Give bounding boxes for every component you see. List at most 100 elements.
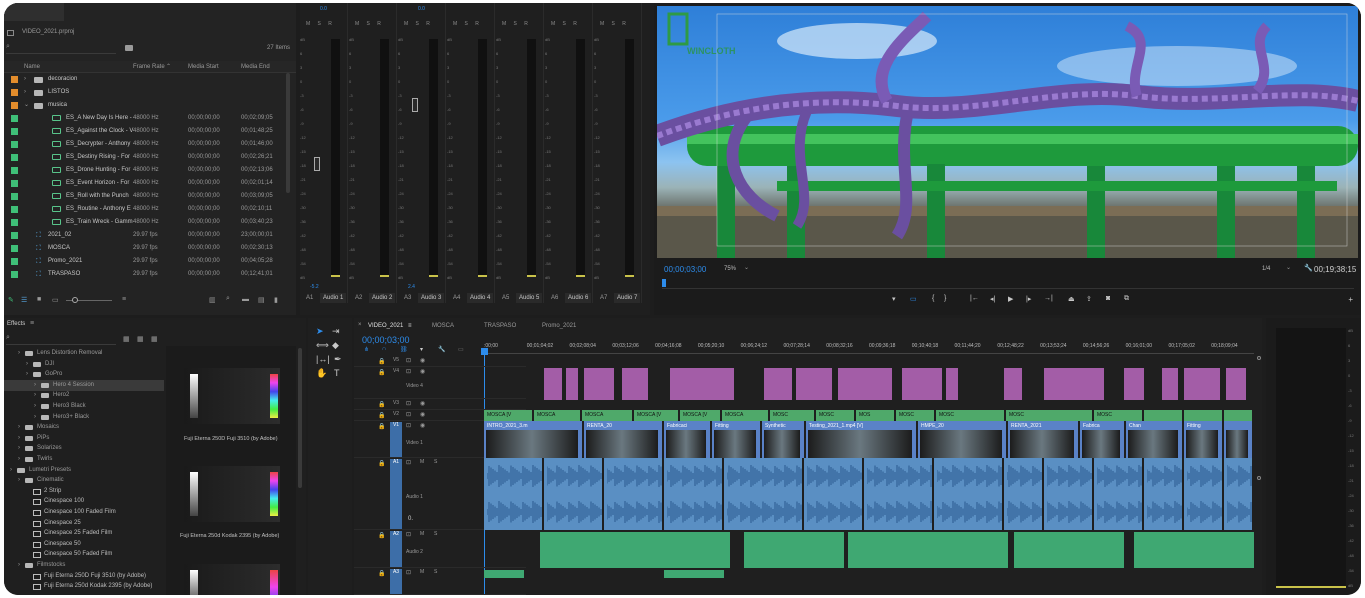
mark-in-icon[interactable]: { <box>932 295 934 302</box>
sequence-tab[interactable]: Promo_2021 <box>542 319 576 333</box>
mute-solo-record-buttons[interactable]: M S R <box>551 21 580 27</box>
step-back-icon[interactable]: ◂| <box>990 295 995 303</box>
video-clip[interactable] <box>946 368 958 400</box>
automate-icon[interactable]: ▥ <box>209 296 216 304</box>
col-frame-rate[interactable]: Frame Rate <box>133 64 165 70</box>
col-name[interactable]: Name <box>24 64 40 70</box>
video-clip[interactable] <box>622 368 648 400</box>
sync-lock-icon[interactable]: ⊡ <box>406 400 411 407</box>
disclosure-triangle-icon[interactable]: › <box>26 359 28 370</box>
video-clip[interactable] <box>1124 368 1144 400</box>
sync-lock-icon[interactable]: ⊡ <box>406 368 411 375</box>
effect-tree-item[interactable]: › Twirls <box>4 454 164 465</box>
audio-clip[interactable] <box>1004 458 1042 530</box>
audio-clip[interactable] <box>744 532 844 568</box>
lock-icon[interactable]: 🔒 <box>378 423 385 430</box>
effect-tree-item[interactable]: › GoPro <box>4 369 164 380</box>
mute-solo-record-buttons[interactable]: M S R <box>355 21 384 27</box>
list-view-icon[interactable]: ☰ <box>21 296 27 304</box>
captions-icon[interactable]: ▭ <box>458 346 464 353</box>
mosca-clip[interactable]: MOSCA [V <box>634 410 678 421</box>
eye-icon[interactable]: ◉ <box>420 357 425 364</box>
video-clip[interactable] <box>566 368 578 400</box>
preset-thumbnail-3[interactable] <box>184 564 280 595</box>
effect-tree-item[interactable]: Fuji Eterna 250D Fuji 3510 (by Adobe) <box>4 571 164 582</box>
channel-name[interactable]: Audio 3 <box>418 293 445 303</box>
project-row[interactable]: ES_Roll with the Punch 48000 Hz 00;00;00;0… <box>4 190 286 203</box>
mosca-clip[interactable] <box>1144 410 1182 421</box>
track-target[interactable]: V5 <box>390 357 402 366</box>
channel-name[interactable]: Audio 5 <box>516 293 543 303</box>
mosca-clip[interactable]: MOSC <box>770 410 814 421</box>
comparison-icon[interactable]: ⧉ <box>1124 295 1129 303</box>
effect-tree-item[interactable]: › DJI <box>4 359 164 370</box>
project-row[interactable]: ES_Decrypter - Anthony 48000 Hz 00;00;00;0… <box>4 138 286 151</box>
channel-volume-value[interactable]: 0.0 <box>320 6 327 12</box>
lock-icon[interactable]: 🔒 <box>378 369 385 376</box>
sequence-tab[interactable]: VIDEO_2021 <box>368 319 403 333</box>
new-bin-bottom-icon[interactable]: ▬ <box>242 296 249 303</box>
settings-wrench-icon[interactable]: 🔧 <box>1304 264 1313 272</box>
disclosure-triangle-icon[interactable]: › <box>18 433 20 444</box>
channel-name[interactable]: Audio 2 <box>369 293 396 303</box>
mosca-clip[interactable]: MOSC <box>936 410 1004 421</box>
add-marker-icon[interactable]: ▾ <box>892 295 896 303</box>
effect-tree-item[interactable]: › Cinematic <box>4 475 164 486</box>
mosca-clip[interactable]: MOSC <box>896 410 934 421</box>
mosca-clip[interactable]: MOSCA <box>722 410 768 421</box>
trash-icon[interactable]: ▮ <box>274 296 278 304</box>
go-to-out-icon[interactable]: →| <box>1044 295 1053 302</box>
video-clip[interactable]: Synthetic <box>762 421 804 458</box>
go-to-in-icon[interactable]: |← <box>970 295 979 302</box>
sync-lock-icon[interactable]: ⊡ <box>406 459 411 466</box>
channel-volume-value[interactable]: 0.0 <box>418 6 425 12</box>
disclosure-triangle-icon[interactable]: › <box>18 348 20 359</box>
mosca-clip[interactable] <box>1224 410 1252 421</box>
channel-fader[interactable] <box>412 98 418 113</box>
type-tool-icon[interactable]: T <box>334 368 340 378</box>
effects-title[interactable]: Effects <box>7 321 25 327</box>
audio-clip[interactable] <box>934 458 1002 530</box>
linked-selection-icon[interactable]: ⛓ <box>400 346 408 353</box>
project-row[interactable]: ES_Against the Clock - V 48000 Hz 00;00;00… <box>4 125 286 138</box>
project-scrollbar[interactable] <box>286 73 290 193</box>
effects-menu-icon[interactable]: ≡ <box>30 320 34 327</box>
track-target[interactable]: V4 <box>390 368 402 398</box>
video-clip[interactable]: INTRO_2021_3.m <box>484 421 582 458</box>
lift-icon[interactable]: ⏏ <box>1068 295 1075 303</box>
effect-tree-item[interactable]: › Lens Distortion Removal <box>4 348 164 359</box>
mute-button[interactable]: M <box>420 459 424 465</box>
disclosure-triangle-icon[interactable]: › <box>18 475 20 486</box>
mute-solo-record-buttons[interactable]: M S R <box>306 21 335 27</box>
zoom-dropdown-icon[interactable]: ⌄ <box>744 264 749 271</box>
audio-clip[interactable] <box>540 532 730 568</box>
track-target[interactable]: V3 <box>390 400 402 409</box>
effect-tree-item[interactable]: Cinespace 25 <box>4 518 164 529</box>
video-clip[interactable]: RENTA_2021 <box>1008 421 1078 458</box>
track-target[interactable]: A2 <box>390 531 402 567</box>
disclosure-triangle-icon[interactable]: › <box>10 465 12 476</box>
eye-icon[interactable]: ◉ <box>420 411 425 418</box>
track-target[interactable]: V2 <box>390 411 402 420</box>
effect-tree-item[interactable]: › Filmstocks <box>4 560 164 571</box>
video-clip[interactable] <box>1162 368 1178 400</box>
32bit-effects-icon[interactable]: ▦ <box>137 335 144 343</box>
eye-icon[interactable]: ◉ <box>420 422 425 429</box>
video-clip[interactable]: Fitting <box>1184 421 1222 458</box>
disclosure-triangle-icon[interactable]: › <box>18 454 20 465</box>
mosca-clip[interactable]: MOSC <box>1006 410 1092 421</box>
project-row[interactable]: ES_Destiny Rising - For 48000 Hz 00;00;00;… <box>4 151 286 164</box>
disclosure-triangle-icon[interactable]: › <box>18 422 20 433</box>
timeline-timecode[interactable]: 00;00;03;00 <box>362 335 410 345</box>
mosca-clip[interactable]: MOSCA [V <box>484 410 532 421</box>
track-target[interactable]: V1 <box>390 422 402 457</box>
add-marker-icon[interactable]: ▾ <box>420 346 423 353</box>
disclosure-triangle-icon[interactable]: › <box>34 412 36 423</box>
effects-scrollbar[interactable] <box>298 348 302 488</box>
mosca-clip[interactable]: MOSCA [V <box>680 410 720 421</box>
playhead-handle[interactable] <box>481 348 488 355</box>
lock-icon[interactable]: 🔒 <box>378 358 385 365</box>
video-clip[interactable] <box>1004 368 1022 400</box>
lock-icon[interactable]: 🔒 <box>378 532 385 539</box>
lock-icon[interactable]: 🔒 <box>378 401 385 408</box>
